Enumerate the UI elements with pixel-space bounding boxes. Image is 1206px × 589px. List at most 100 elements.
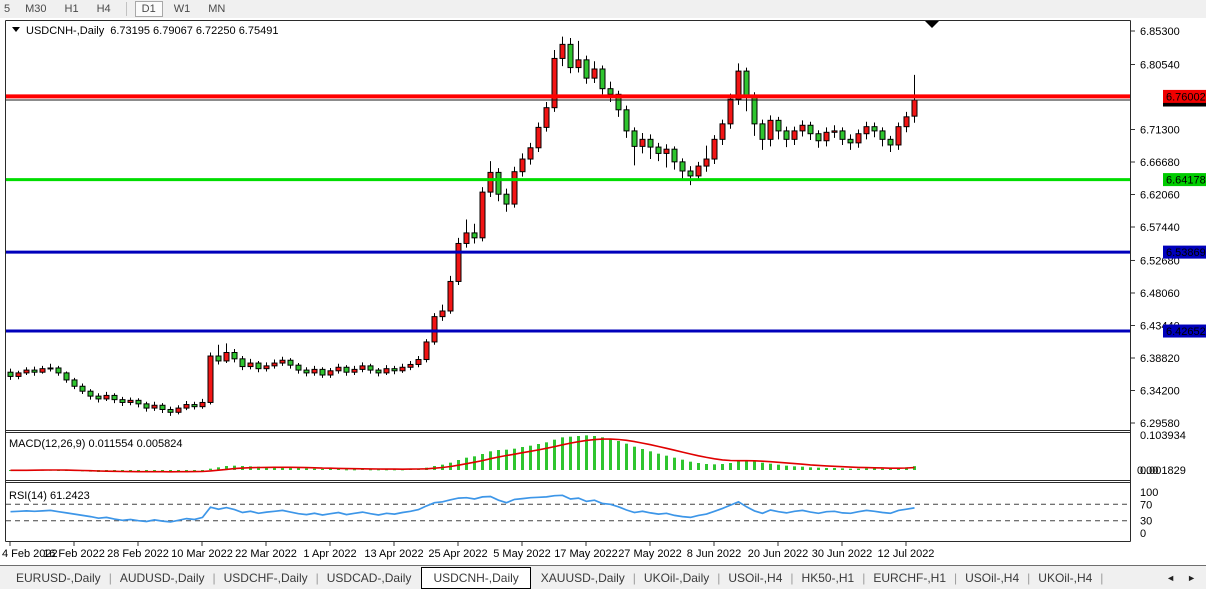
tab-scroll-left-icon[interactable]: ◄ [1166, 573, 1175, 583]
symbol-tabbar: EURUSD-,Daily | AUDUSD-,Daily | USDCHF-,Da… [0, 565, 1206, 589]
tab-ukoil-daily[interactable]: UKOil-,Daily [639, 569, 714, 587]
candle-down [848, 139, 853, 143]
rsi-axis-label: 0 [1140, 528, 1146, 540]
candle-up [360, 366, 365, 370]
tab-usdchf[interactable]: USDCHF-,Daily [219, 569, 313, 587]
timeframe-toolbar: 5 M30 H1 H4 D1 W1 MN [0, 0, 1206, 19]
macd-histogram-bar [865, 468, 868, 470]
macd-histogram-bar [729, 463, 732, 470]
candle-up [104, 395, 109, 399]
tab-eurusd[interactable]: EURUSD-,Daily [11, 569, 106, 587]
candle-down [64, 373, 69, 380]
macd-histogram-bar [809, 467, 812, 470]
price-axis-label: 6.38820 [1140, 353, 1180, 365]
tab-separator: | [790, 571, 793, 585]
macd-histogram-bar [505, 450, 508, 470]
tab-usoil-h4-1[interactable]: USOil-,H4 [723, 569, 787, 587]
macd-histogram-bar [785, 466, 788, 470]
macd-histogram-bar [609, 439, 612, 470]
timeframe-m5-button[interactable]: 5 [0, 1, 14, 17]
candle-down [120, 400, 125, 403]
timeframe-h4-button[interactable]: H4 [90, 1, 118, 17]
candle-up [456, 243, 461, 281]
toolbar-separator [126, 2, 127, 16]
macd-histogram-bar [641, 449, 644, 470]
macd-axis-label-max: 0.103934 [1140, 430, 1186, 442]
macd-histogram-bar [777, 465, 780, 470]
candle-up [176, 408, 181, 412]
macd-histogram-bar [617, 441, 620, 470]
tab-ukoil-h4[interactable]: UKOil-,H4 [1033, 569, 1097, 587]
candle-up [728, 99, 733, 124]
rsi-axis-label: 30 [1140, 516, 1152, 528]
macd-histogram-bar [345, 469, 348, 470]
candle-up [448, 281, 453, 311]
candle-down [144, 404, 149, 408]
candle-down [504, 194, 509, 204]
macd-histogram-bar [601, 437, 604, 470]
price-level-badge-text: 6.76002 [1166, 91, 1206, 103]
candle-up [312, 369, 317, 373]
candle-down [192, 405, 197, 407]
candle-down [8, 372, 13, 376]
macd-histogram-bar [889, 469, 892, 470]
tab-scroll-right-icon[interactable]: ► [1187, 573, 1196, 583]
candle-up [16, 373, 21, 377]
candle-up [152, 405, 157, 408]
price-level-badge-text: 6.64178 [1166, 175, 1206, 187]
candle-down [232, 352, 237, 358]
timeframe-d1-button[interactable]: D1 [135, 1, 163, 17]
macd-histogram-bar [841, 468, 844, 470]
candle-down [368, 366, 373, 370]
macd-histogram-bar [793, 466, 796, 470]
date-label: 20 Jun 2022 [748, 548, 809, 560]
candle-up [824, 132, 829, 140]
date-label: 10 Mar 2022 [171, 548, 233, 560]
tab-separator: | [1027, 571, 1030, 585]
macd-histogram-bar [553, 440, 556, 470]
tab-eurchf[interactable]: EURCHF-,H1 [868, 569, 951, 587]
timeframe-h1-button[interactable]: H1 [58, 1, 86, 17]
macd-histogram-bar [593, 436, 596, 470]
candle-down [96, 396, 101, 399]
timeframe-w1-button[interactable]: W1 [167, 1, 198, 17]
candle-up [352, 369, 357, 372]
timeframe-m30-button[interactable]: M30 [18, 1, 53, 17]
tab-usdcnh-active[interactable]: USDCNH-,Daily [421, 567, 530, 589]
chart-title: USDCNH-,Daily6.73195 6.79067 6.72250 6.7… [26, 25, 278, 37]
macd-histogram-bar [569, 437, 572, 470]
macd-histogram-bar [481, 454, 484, 470]
tab-xauusd[interactable]: XAUUSD-,Daily [536, 569, 630, 587]
tab-usdcad[interactable]: USDCAD-,Daily [322, 569, 417, 587]
tab-hk50[interactable]: HK50-,H1 [797, 569, 860, 587]
price-axis-label: 6.66680 [1140, 157, 1180, 169]
candle-up [912, 100, 917, 116]
candle-up [664, 149, 669, 153]
candle-down [584, 60, 589, 78]
candle-down [872, 127, 877, 131]
candle-down [624, 110, 629, 131]
macd-histogram-bar [489, 451, 492, 470]
timeframe-mn-button[interactable]: MN [201, 1, 232, 17]
macd-label: MACD(12,26,9) 0.011554 0.005824 [9, 438, 182, 450]
macd-histogram-bar [497, 450, 500, 470]
candle-up [48, 368, 53, 369]
macd-histogram-bar [705, 464, 708, 470]
candle-up [384, 369, 389, 373]
candle-down [256, 363, 261, 369]
price-axis-label: 6.62060 [1140, 189, 1180, 201]
candle-up [416, 360, 421, 365]
candle-up [768, 120, 773, 139]
tab-separator: | [717, 571, 720, 585]
tab-usoil-h4-2[interactable]: USOil-,H4 [960, 569, 1024, 587]
tab-audusd[interactable]: AUDUSD-,Daily [115, 569, 210, 587]
price-axis-label: 6.29580 [1140, 418, 1180, 430]
date-label: 8 Jun 2022 [687, 548, 741, 560]
candle-down [304, 370, 309, 373]
macd-histogram-bar [833, 468, 836, 470]
candle-down [656, 147, 661, 153]
macd-axis-label-zero: 0.00 [1137, 465, 1158, 477]
date-label: 13 Apr 2022 [364, 548, 423, 560]
candle-up [280, 360, 285, 363]
candle-down [240, 359, 245, 367]
